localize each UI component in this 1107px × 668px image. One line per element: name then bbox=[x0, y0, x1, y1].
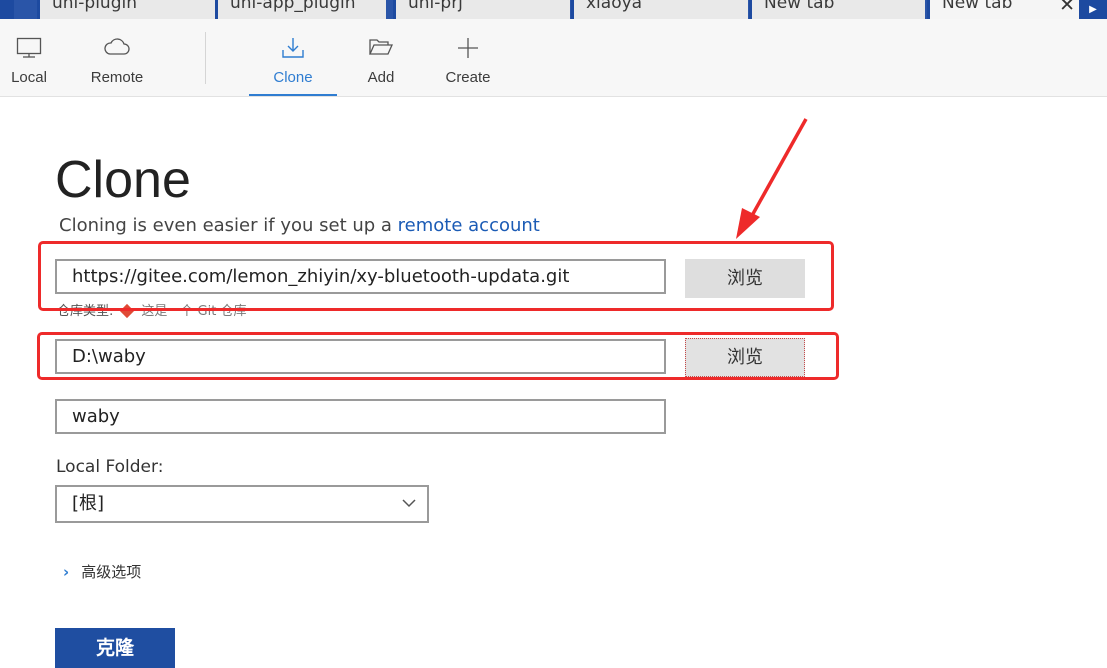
annotation-arrow-icon bbox=[736, 118, 808, 239]
